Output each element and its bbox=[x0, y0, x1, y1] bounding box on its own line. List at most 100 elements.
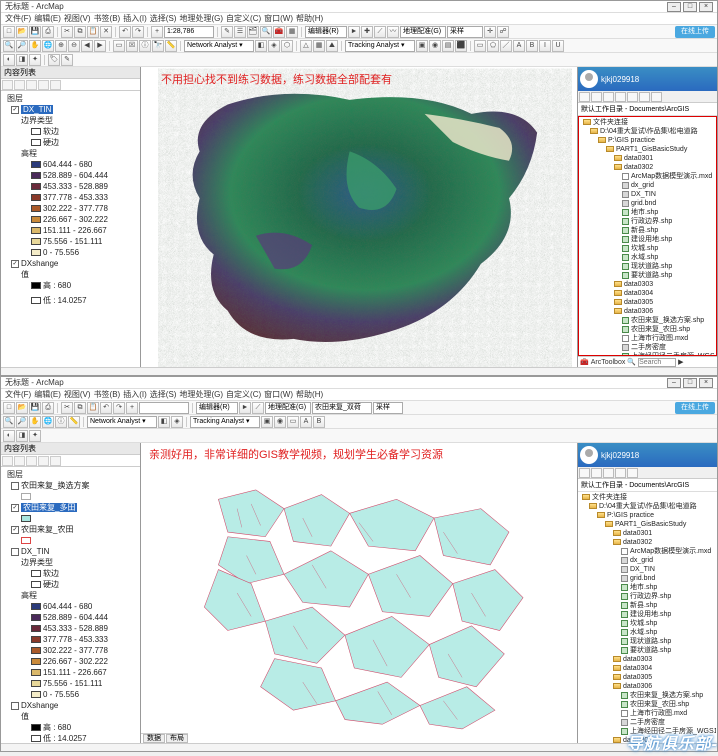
layers-root-node[interactable]: 图层 bbox=[7, 94, 23, 103]
catalog-home-icon-b[interactable] bbox=[579, 468, 590, 478]
measure-icon[interactable]: 📏 bbox=[165, 40, 177, 52]
draw-rect-icon-b[interactable]: ▭ bbox=[287, 416, 299, 428]
catalog-up-icon[interactable] bbox=[591, 92, 602, 102]
sketch-icon-b[interactable]: ⟋ bbox=[252, 402, 264, 414]
full-extent-icon[interactable]: 🌐 bbox=[42, 40, 54, 52]
zoom-in-icon[interactable]: 🔍 bbox=[3, 40, 15, 52]
menu-select[interactable]: 选择(S) bbox=[150, 13, 177, 24]
new-icon-b[interactable]: □ bbox=[3, 402, 15, 414]
anno-icon[interactable]: ✎ bbox=[61, 54, 73, 66]
select-features-icon[interactable]: ▭ bbox=[113, 40, 125, 52]
catalog-up-icon-b[interactable] bbox=[591, 468, 602, 478]
minimize-button-b[interactable]: – bbox=[667, 378, 681, 388]
map-view-top[interactable]: 不用担心找不到练习数据，练习数据全部配套有 bbox=[141, 67, 577, 367]
cxshp-file[interactable]: 坎城.shp bbox=[631, 245, 658, 252]
dxtin-checkbox-b[interactable] bbox=[11, 548, 19, 556]
catalog-connect-icon-b[interactable] bbox=[603, 468, 614, 478]
jzshp-file[interactable]: 建设用地.shp bbox=[631, 236, 672, 243]
draw-line-icon[interactable]: ／ bbox=[500, 40, 512, 52]
print-icon-b[interactable]: ⎙ bbox=[42, 402, 54, 414]
find-icon[interactable]: 🔭 bbox=[152, 40, 164, 52]
ta-1-b[interactable]: ▣ bbox=[261, 416, 273, 428]
copy-icon[interactable]: ⧉ bbox=[74, 26, 86, 38]
print-icon[interactable]: ⎙ bbox=[42, 26, 54, 38]
na-icon-3[interactable]: ⬡ bbox=[281, 40, 293, 52]
underline-icon[interactable]: U bbox=[552, 40, 564, 52]
pan-icon[interactable]: ✋ bbox=[29, 40, 41, 52]
toolbox-icon[interactable]: 🧰 bbox=[273, 26, 285, 38]
edit-vertex-icon[interactable]: ✚ bbox=[361, 26, 373, 38]
tracking-analyst-combo[interactable]: Tracking Analyst ▾ bbox=[345, 40, 415, 52]
menu-edit-b[interactable]: 编辑(E) bbox=[34, 389, 61, 400]
menu-help[interactable]: 帮助(H) bbox=[296, 13, 323, 24]
dxshange-checkbox[interactable]: ✓ bbox=[11, 260, 19, 268]
d0303-folder[interactable]: data0303 bbox=[624, 281, 653, 288]
catalog-options-icon-b[interactable] bbox=[627, 468, 638, 478]
toolbox-icon[interactable]: 🧰 bbox=[580, 358, 589, 366]
tin-icon[interactable]: △ bbox=[300, 40, 312, 52]
farm-swap-checkbox[interactable] bbox=[11, 482, 19, 490]
full-extent-icon-b[interactable]: 🌐 bbox=[42, 416, 54, 428]
text-icon-b[interactable]: A bbox=[300, 416, 312, 428]
layer-combo-b[interactable]: 农田来复_双荷 bbox=[312, 402, 372, 414]
redo-icon-b[interactable]: ↷ bbox=[113, 402, 125, 414]
swipe-icon-b[interactable]: ◨ bbox=[16, 430, 28, 442]
menu-window-b[interactable]: 窗口(W) bbox=[264, 389, 293, 400]
folder-connections[interactable]: 文件夹连接 bbox=[593, 119, 628, 126]
copy-icon-b[interactable]: ⧉ bbox=[74, 402, 86, 414]
add-data-icon[interactable]: + bbox=[151, 26, 163, 38]
toc-icon[interactable]: ☰ bbox=[234, 26, 246, 38]
farm-swap-file[interactable]: 农田来复_换选方案.shp bbox=[631, 317, 704, 324]
ta-icon-2[interactable]: ◉ bbox=[429, 40, 441, 52]
zoom-out-icon[interactable]: 🔎 bbox=[16, 40, 28, 52]
toc-list-by-selection-icon[interactable] bbox=[38, 80, 49, 90]
layer-dx-tin[interactable]: DX_TIN bbox=[21, 105, 53, 114]
dxshange-checkbox-b[interactable] bbox=[11, 702, 19, 710]
flicker-icon-b[interactable]: ✦ bbox=[29, 430, 41, 442]
ta-icon-1[interactable]: ▣ bbox=[416, 40, 428, 52]
menu-window[interactable]: 窗口(W) bbox=[264, 13, 293, 24]
open-icon-b[interactable]: 📂 bbox=[16, 402, 28, 414]
dishp-file[interactable]: 地市.shp bbox=[631, 209, 658, 216]
na-1-b[interactable]: ◧ bbox=[158, 416, 170, 428]
toc-list-by-selection-icon-b[interactable] bbox=[38, 456, 49, 466]
map-view-bottom[interactable]: 亲测好用，非常详细的GIS教学视频，规划学生必备学习资源 bbox=[141, 443, 577, 743]
flicker-icon[interactable]: ✦ bbox=[29, 54, 41, 66]
scale-combo[interactable]: 1:28,786 bbox=[164, 26, 214, 38]
d0301-folder[interactable]: data0301 bbox=[624, 155, 653, 162]
na-icon-2[interactable]: ◈ bbox=[268, 40, 280, 52]
farm-multi-checkbox[interactable]: ✓ bbox=[11, 504, 19, 512]
search-icon[interactable]: 🔍 bbox=[627, 358, 636, 366]
georef-combo-b[interactable]: 地理配准(G) ▾ bbox=[265, 402, 311, 414]
toc-list-by-drawing-icon-b[interactable] bbox=[2, 456, 13, 466]
d0304-folder[interactable]: data0304 bbox=[624, 290, 653, 297]
scale-combo-b[interactable] bbox=[139, 402, 189, 414]
swipe-icon[interactable]: ◨ bbox=[16, 54, 28, 66]
clear-selection-icon[interactable]: ☒ bbox=[126, 40, 138, 52]
xzshp-file[interactable]: 行政边界.shp bbox=[631, 218, 672, 225]
na-icon-1[interactable]: ◧ bbox=[255, 40, 267, 52]
terrain-icon[interactable]: ⛰ bbox=[326, 40, 338, 52]
menu-help-b[interactable]: 帮助(H) bbox=[296, 389, 323, 400]
menu-file-b[interactable]: 文件(F) bbox=[5, 389, 31, 400]
measure-icon-b[interactable]: 📏 bbox=[68, 416, 80, 428]
ta-2-b[interactable]: ◉ bbox=[274, 416, 286, 428]
catalog-options-icon[interactable] bbox=[651, 92, 662, 102]
identify-icon[interactable]: ⓘ bbox=[139, 40, 151, 52]
delete-icon[interactable]: ✕ bbox=[100, 26, 112, 38]
identify-icon-b[interactable]: ⓘ bbox=[55, 416, 67, 428]
d0302-folder[interactable]: data0302 bbox=[624, 164, 653, 171]
network-analyst-combo[interactable]: Network Analyst ▾ bbox=[184, 40, 254, 52]
paste-icon[interactable]: 📋 bbox=[87, 26, 99, 38]
d0306-folder[interactable]: data0306 bbox=[624, 308, 653, 315]
bold-icon-b[interactable]: B bbox=[313, 416, 325, 428]
sxshp-file[interactable]: 水域.shp bbox=[631, 254, 658, 261]
farm-tian-file[interactable]: 农田来复_农田.shp bbox=[631, 326, 690, 333]
undo-icon-b[interactable]: ↶ bbox=[100, 402, 112, 414]
search-tool-icon[interactable]: 🔍 bbox=[260, 26, 272, 38]
toc-list-by-drawing-icon[interactable] bbox=[2, 80, 13, 90]
eshou-file[interactable]: 二手房密度 bbox=[631, 344, 666, 351]
close-button-b[interactable]: × bbox=[699, 378, 713, 388]
tracking-analyst-combo-b[interactable]: Tracking Analyst ▾ bbox=[190, 416, 260, 428]
new-icon[interactable]: □ bbox=[3, 26, 15, 38]
